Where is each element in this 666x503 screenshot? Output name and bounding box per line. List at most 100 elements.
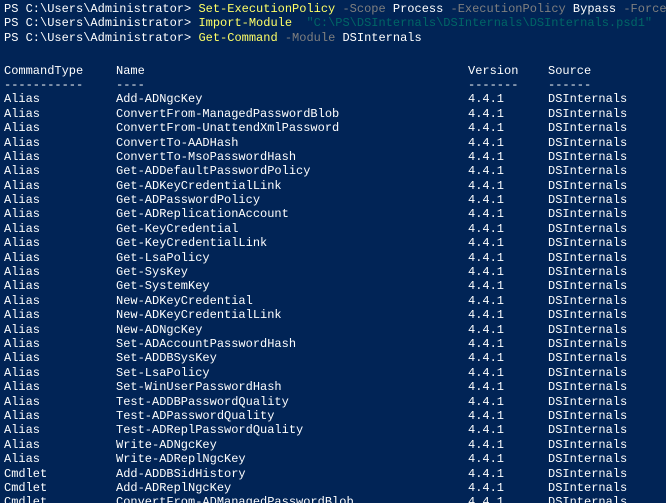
cell-type: Alias: [4, 409, 116, 423]
cell-name: Get-ADKeyCredentialLink: [116, 179, 468, 193]
table-row: AliasGet-ADReplicationAccount4.4.1DSInte…: [4, 207, 627, 221]
cell-type: Alias: [4, 251, 116, 265]
cell-version: 4.4.1: [468, 438, 548, 452]
cell-name: ConvertTo-MsoPasswordHash: [116, 150, 468, 164]
cell-name: Set-ADDBSysKey: [116, 351, 468, 365]
cell-source: DSInternals: [548, 351, 627, 365]
command-segment: Import-Module: [198, 16, 306, 30]
cell-name: ConvertTo-AADHash: [116, 136, 468, 150]
cell-source: DSInternals: [548, 251, 627, 265]
cell-source: DSInternals: [548, 294, 627, 308]
header-name: Name: [116, 64, 468, 78]
table-row: AliasTest-ADPasswordQuality4.4.1DSIntern…: [4, 409, 627, 423]
command-segment: Bypass: [573, 2, 623, 16]
cell-version: 4.4.1: [468, 308, 548, 322]
table-row: AliasNew-ADKeyCredential4.4.1DSInternals: [4, 294, 627, 308]
command-line: PS C:\Users\Administrator> Import-Module…: [4, 16, 662, 30]
command-line: PS C:\Users\Administrator> Set-Execution…: [4, 2, 662, 16]
header-version: Version: [468, 64, 548, 78]
table-row: AliasGet-SysKey4.4.1DSInternals: [4, 265, 627, 279]
table-row: AliasGet-SystemKey4.4.1DSInternals: [4, 279, 627, 293]
command-segment: Process: [393, 2, 451, 16]
table-row: AliasGet-ADKeyCredentialLink4.4.1DSInter…: [4, 179, 627, 193]
cell-source: DSInternals: [548, 308, 627, 322]
command-segment: DSInternals: [342, 31, 421, 45]
cell-version: 4.4.1: [468, 92, 548, 106]
cell-name: Add-ADDBSidHistory: [116, 467, 468, 481]
cell-type: Cmdlet: [4, 481, 116, 495]
cell-type: Alias: [4, 395, 116, 409]
cell-version: 4.4.1: [468, 452, 548, 466]
command-line: PS C:\Users\Administrator> Get-Command -…: [4, 31, 662, 45]
table-row: CmdletAdd-ADReplNgcKey4.4.1DSInternals: [4, 481, 627, 495]
cell-name: Write-ADNgcKey: [116, 438, 468, 452]
table-row: AliasGet-KeyCredentialLink4.4.1DSInterna…: [4, 236, 627, 250]
cell-version: 4.4.1: [468, 222, 548, 236]
cell-type: Alias: [4, 179, 116, 193]
command-segment: -Module: [285, 31, 343, 45]
cell-version: 4.4.1: [468, 423, 548, 437]
blank-line: [4, 45, 662, 59]
cell-version: 4.4.1: [468, 251, 548, 265]
cell-type: Alias: [4, 136, 116, 150]
cell-name: Get-SysKey: [116, 265, 468, 279]
powershell-terminal[interactable]: PS C:\Users\Administrator> Set-Execution…: [0, 0, 666, 503]
cell-source: DSInternals: [548, 121, 627, 135]
cell-source: DSInternals: [548, 380, 627, 394]
cell-type: Alias: [4, 452, 116, 466]
table-row: AliasConvertFrom-UnattendXmlPassword4.4.…: [4, 121, 627, 135]
cell-name: ConvertFrom-ADManagedPasswordBlob: [116, 495, 468, 503]
cell-type: Alias: [4, 366, 116, 380]
cell-name: New-ADNgcKey: [116, 323, 468, 337]
cell-type: Alias: [4, 438, 116, 452]
cell-name: New-ADKeyCredential: [116, 294, 468, 308]
cell-name: Set-ADAccountPasswordHash: [116, 337, 468, 351]
cell-type: Alias: [4, 164, 116, 178]
header-source: Source: [548, 64, 627, 78]
command-segment: -Force: [623, 2, 666, 16]
cell-version: 4.4.1: [468, 366, 548, 380]
cell-source: DSInternals: [548, 107, 627, 121]
table-row: AliasTest-ADDBPasswordQuality4.4.1DSInte…: [4, 395, 627, 409]
cell-name: Add-ADReplNgcKey: [116, 481, 468, 495]
cell-source: DSInternals: [548, 136, 627, 150]
table-row: AliasSet-ADAccountPasswordHash4.4.1DSInt…: [4, 337, 627, 351]
cell-version: 4.4.1: [468, 164, 548, 178]
cell-version: 4.4.1: [468, 481, 548, 495]
cell-name: Test-ADDBPasswordQuality: [116, 395, 468, 409]
command-output-table: CommandType Name Version Source --------…: [4, 64, 627, 503]
cell-name: New-ADKeyCredentialLink: [116, 308, 468, 322]
cell-source: DSInternals: [548, 495, 627, 503]
table-row: AliasGet-ADPasswordPolicy4.4.1DSInternal…: [4, 193, 627, 207]
cell-name: Get-KeyCredentialLink: [116, 236, 468, 250]
cell-type: Alias: [4, 308, 116, 322]
cell-type: Alias: [4, 92, 116, 106]
table-underline-row: ----------- ---- ------- ------: [4, 78, 627, 92]
table-row: AliasConvertTo-AADHash4.4.1DSInternals: [4, 136, 627, 150]
cell-version: 4.4.1: [468, 265, 548, 279]
cell-type: Alias: [4, 265, 116, 279]
cell-source: DSInternals: [548, 92, 627, 106]
cell-version: 4.4.1: [468, 150, 548, 164]
cell-version: 4.4.1: [468, 279, 548, 293]
cell-name: ConvertFrom-ManagedPasswordBlob: [116, 107, 468, 121]
cell-source: DSInternals: [548, 438, 627, 452]
table-row: CmdletConvertFrom-ADManagedPasswordBlob4…: [4, 495, 627, 503]
prompt: PS C:\Users\Administrator>: [4, 16, 198, 30]
cell-type: Alias: [4, 107, 116, 121]
cell-source: DSInternals: [548, 467, 627, 481]
table-row: AliasSet-LsaPolicy4.4.1DSInternals: [4, 366, 627, 380]
cell-type: Alias: [4, 193, 116, 207]
cell-source: DSInternals: [548, 207, 627, 221]
cell-name: Write-ADReplNgcKey: [116, 452, 468, 466]
table-row: AliasConvertTo-MsoPasswordHash4.4.1DSInt…: [4, 150, 627, 164]
table-row: AliasNew-ADKeyCredentialLink4.4.1DSInter…: [4, 308, 627, 322]
table-row: AliasConvertFrom-ManagedPasswordBlob4.4.…: [4, 107, 627, 121]
table-row: AliasAdd-ADNgcKey4.4.1DSInternals: [4, 92, 627, 106]
cell-version: 4.4.1: [468, 395, 548, 409]
cell-source: DSInternals: [548, 150, 627, 164]
prompt: PS C:\Users\Administrator>: [4, 2, 198, 16]
cell-name: Set-WinUserPasswordHash: [116, 380, 468, 394]
command-segment: Get-Command: [198, 31, 284, 45]
table-row: AliasGet-KeyCredential4.4.1DSInternals: [4, 222, 627, 236]
